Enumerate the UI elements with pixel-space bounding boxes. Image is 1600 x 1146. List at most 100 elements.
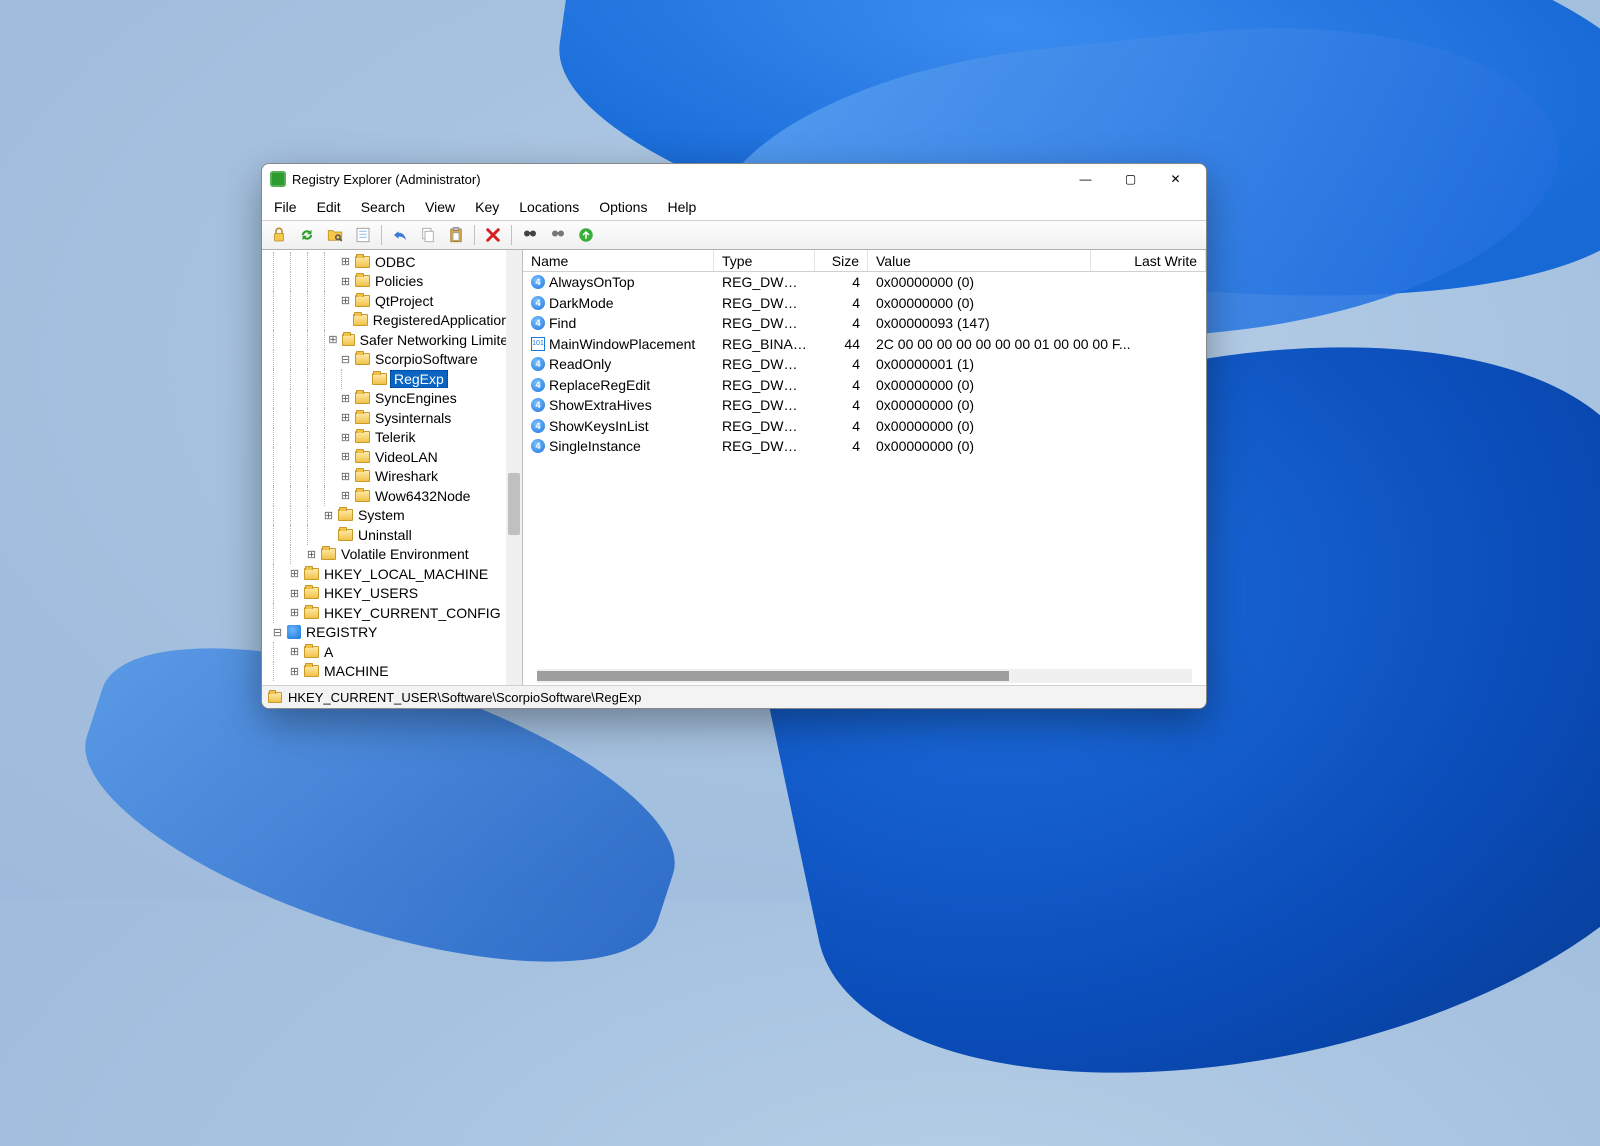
tree-node[interactable]: ⊞HKEY_LOCAL_MACHINE bbox=[262, 564, 522, 584]
expand-icon[interactable]: ⊞ bbox=[339, 411, 352, 424]
titlebar[interactable]: Registry Explorer (Administrator) ― ▢ ✕ bbox=[262, 164, 1206, 194]
value-row[interactable]: 4SingleInstanceREG_DWORD40x00000000 (0) bbox=[523, 436, 1206, 457]
tree-node[interactable]: ⊟ScorpioSoftware bbox=[262, 350, 522, 370]
values-pane: Name Type Size Value Last Write 4AlwaysO… bbox=[523, 250, 1206, 685]
folder-icon bbox=[321, 548, 336, 560]
tree-node[interactable]: ⊞MACHINE bbox=[262, 662, 522, 682]
expand-icon[interactable]: ⊞ bbox=[288, 587, 301, 600]
tree-node[interactable]: ⊞Volatile Environment bbox=[262, 545, 522, 565]
list-h-scroll-thumb[interactable] bbox=[537, 671, 1009, 681]
registry-explorer-window: Registry Explorer (Administrator) ― ▢ ✕ … bbox=[261, 163, 1207, 709]
folder-icon bbox=[355, 490, 370, 502]
delete-icon bbox=[484, 226, 502, 244]
expand-icon[interactable]: ⊞ bbox=[339, 470, 352, 483]
menu-file[interactable]: File bbox=[264, 196, 307, 218]
menu-view[interactable]: View bbox=[415, 196, 465, 218]
folder-icon bbox=[338, 509, 353, 521]
value-row[interactable]: 4ShowKeysInListREG_DWORD40x00000000 (0) bbox=[523, 416, 1206, 437]
menu-key[interactable]: Key bbox=[465, 196, 509, 218]
lock-button[interactable] bbox=[266, 223, 292, 247]
maximize-button[interactable]: ▢ bbox=[1108, 165, 1153, 193]
folder-search-button[interactable] bbox=[322, 223, 348, 247]
expand-icon[interactable]: ⊞ bbox=[339, 431, 352, 444]
expand-icon[interactable]: ⊞ bbox=[288, 665, 301, 678]
value-row[interactable]: 4ShowExtraHivesREG_DWORD40x00000000 (0) bbox=[523, 395, 1206, 416]
list-h-scrollbar[interactable] bbox=[537, 669, 1192, 683]
values-header: Name Type Size Value Last Write bbox=[523, 250, 1206, 272]
expand-icon[interactable]: ⊞ bbox=[339, 294, 352, 307]
tree-node[interactable]: ⊞Wow6432Node bbox=[262, 486, 522, 506]
registry-tree[interactable]: ⊞ODBC⊞Policies⊞QtProjectRegisteredApplic… bbox=[262, 250, 522, 685]
column-size[interactable]: Size bbox=[815, 250, 868, 271]
menu-locations[interactable]: Locations bbox=[509, 196, 589, 218]
expand-icon[interactable]: ⊞ bbox=[339, 275, 352, 288]
value-size: 4 bbox=[815, 418, 868, 434]
tree-node-label: SyncEngines bbox=[373, 390, 459, 406]
value-data: 0x00000000 (0) bbox=[868, 274, 1206, 290]
undo-icon bbox=[391, 226, 409, 244]
expand-icon[interactable]: ⊞ bbox=[327, 333, 338, 346]
tree-node[interactable]: ⊞System bbox=[262, 506, 522, 526]
copy-button[interactable] bbox=[415, 223, 441, 247]
value-row[interactable]: 101MainWindowPlacementREG_BINARY442C 00 … bbox=[523, 334, 1206, 355]
expand-icon[interactable]: ⊞ bbox=[339, 450, 352, 463]
tree-node[interactable]: ⊞HKEY_CURRENT_CONFIG bbox=[262, 603, 522, 623]
expand-icon[interactable]: ⊞ bbox=[339, 489, 352, 502]
value-row[interactable]: 4DarkModeREG_DWORD40x00000000 (0) bbox=[523, 293, 1206, 314]
tree-node[interactable]: ⊞Safer Networking Limited bbox=[262, 330, 522, 350]
menu-options[interactable]: Options bbox=[589, 196, 657, 218]
expand-icon[interactable]: ⊞ bbox=[339, 392, 352, 405]
expand-icon[interactable]: ⊞ bbox=[339, 255, 352, 268]
find-button[interactable] bbox=[517, 223, 543, 247]
tree-node[interactable]: ⊞Wireshark bbox=[262, 467, 522, 487]
tree-scroll-thumb[interactable] bbox=[508, 473, 520, 535]
tree-node[interactable]: ⊞Policies bbox=[262, 272, 522, 292]
toolbar-separator bbox=[381, 225, 382, 245]
menu-help[interactable]: Help bbox=[657, 196, 706, 218]
expand-icon[interactable]: ⊞ bbox=[288, 567, 301, 580]
delete-button[interactable] bbox=[480, 223, 506, 247]
value-row[interactable]: 4FindREG_DWORD40x00000093 (147) bbox=[523, 313, 1206, 334]
properties-button[interactable] bbox=[350, 223, 376, 247]
value-row[interactable]: 4ReadOnlyREG_DWORD40x00000001 (1) bbox=[523, 354, 1206, 375]
minimize-button[interactable]: ― bbox=[1063, 165, 1108, 193]
value-row[interactable]: 4AlwaysOnTopREG_DWORD40x00000000 (0) bbox=[523, 272, 1206, 293]
expand-icon[interactable]: ⊞ bbox=[305, 548, 318, 561]
column-name[interactable]: Name bbox=[523, 250, 714, 271]
folder-icon bbox=[304, 587, 319, 599]
tree-scrollbar[interactable] bbox=[506, 250, 522, 685]
value-type: REG_DWORD bbox=[714, 397, 815, 413]
value-row[interactable]: 4ReplaceRegEditREG_DWORD40x00000000 (0) bbox=[523, 375, 1206, 396]
tree-node[interactable]: ⊞Telerik bbox=[262, 428, 522, 448]
refresh-button[interactable] bbox=[294, 223, 320, 247]
column-type[interactable]: Type bbox=[714, 250, 815, 271]
tree-node[interactable]: Uninstall bbox=[262, 525, 522, 545]
tree-node[interactable]: RegisteredApplications bbox=[262, 311, 522, 331]
tree-node[interactable]: ⊞ SyncEngines bbox=[262, 389, 522, 409]
undo-button[interactable] bbox=[387, 223, 413, 247]
find-next-button[interactable] bbox=[545, 223, 571, 247]
tree-node[interactable]: ⊞Sysinternals bbox=[262, 408, 522, 428]
close-button[interactable]: ✕ bbox=[1153, 165, 1198, 193]
tree-node[interactable]: ⊞HKEY_USERS bbox=[262, 584, 522, 604]
tree-node[interactable]: ⊞VideoLAN bbox=[262, 447, 522, 467]
export-button[interactable] bbox=[573, 223, 599, 247]
collapse-icon[interactable]: ⊟ bbox=[339, 353, 352, 366]
menu-search[interactable]: Search bbox=[351, 196, 415, 218]
tree-node[interactable]: RegExp bbox=[262, 369, 522, 389]
expand-icon[interactable]: ⊞ bbox=[322, 509, 335, 522]
values-list[interactable]: 4AlwaysOnTopREG_DWORD40x00000000 (0)4Dar… bbox=[523, 272, 1206, 685]
tree-node[interactable]: ⊞QtProject bbox=[262, 291, 522, 311]
tree-node[interactable]: ⊞A bbox=[262, 642, 522, 662]
menu-edit[interactable]: Edit bbox=[307, 196, 351, 218]
column-lastwrite[interactable]: Last Write bbox=[1091, 250, 1206, 271]
dword-value-icon: 4 bbox=[531, 378, 545, 392]
collapse-icon[interactable]: ⊟ bbox=[271, 626, 284, 639]
expand-icon[interactable]: ⊞ bbox=[288, 606, 301, 619]
paste-button[interactable] bbox=[443, 223, 469, 247]
expand-icon[interactable]: ⊞ bbox=[288, 645, 301, 658]
tree-node[interactable]: ⊞ODBC bbox=[262, 252, 522, 272]
tree-node[interactable]: ⊟REGISTRY bbox=[262, 623, 522, 643]
maximize-icon: ▢ bbox=[1125, 172, 1136, 186]
column-value[interactable]: Value bbox=[868, 250, 1091, 271]
